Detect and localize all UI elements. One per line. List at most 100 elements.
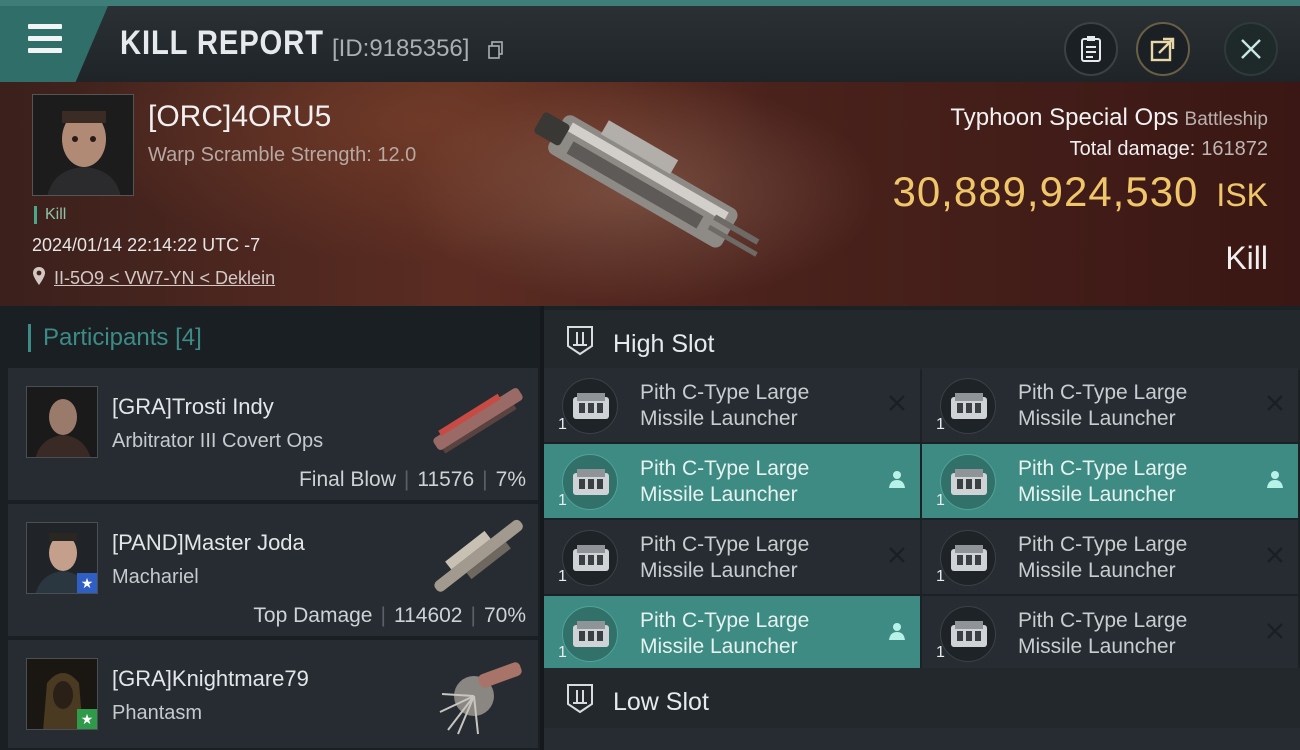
low-slot-icon [567, 684, 593, 714]
close-button[interactable] [1224, 22, 1278, 76]
item-name-line1: Pith C-Type Large [640, 533, 810, 556]
participant-name: [GRA]Trosti Indy [112, 394, 274, 419]
destroyed-x-icon [1267, 623, 1283, 639]
participant-name: [GRA]Knightmare79 [112, 666, 309, 691]
warp-scramble-strength: Warp Scramble Strength: 12.0 [148, 144, 417, 166]
fitting-item[interactable]: 1 Pith C-Type Large Missile Launcher [544, 444, 920, 518]
participant-role: Top Damage [253, 604, 373, 627]
item-name: Pith C-Type Large Missile Launcher [1018, 608, 1187, 660]
fitting-item[interactable]: 1 Pith C-Type Large Missile Launcher [922, 368, 1298, 442]
victim-panel: [ORC]4ORU5 Warp Scramble Strength: 12.0 … [0, 82, 1300, 306]
victim-ship: Typhoon Special Ops Battleship [950, 104, 1268, 132]
participant-ship: Phantasm [112, 702, 203, 724]
item-quantity: 1 [558, 416, 567, 433]
participants-label: Participants [43, 324, 169, 351]
participant-name: [PAND]Master Joda [112, 530, 305, 555]
participant-row[interactable]: ★ [GRA]Knightmare79 Phantasm [8, 640, 538, 750]
destroyed-x-icon [889, 395, 905, 411]
participant-damage: 11576 [417, 468, 475, 491]
victim-ship-name[interactable]: Typhoon Special Ops [950, 104, 1178, 131]
item-name: Pith C-Type Large Missile Launcher [640, 380, 809, 432]
kill-result: Kill [1225, 240, 1268, 276]
clipboard-button[interactable] [1064, 22, 1118, 76]
destroyed-x-icon [1267, 547, 1283, 563]
participant-damage: 114602 [393, 604, 463, 627]
avatar: ★ [26, 658, 98, 730]
dropped-person-icon [889, 623, 905, 640]
victim-portrait[interactable] [32, 94, 134, 196]
item-name-line2: Missile Launcher [640, 559, 798, 582]
item-name: Pith C-Type Large Missile Launcher [640, 532, 809, 584]
item-name-line2: Missile Launcher [1018, 559, 1176, 582]
page-title: KILL REPORT [120, 24, 324, 62]
item-name-line2: Missile Launcher [1018, 483, 1176, 506]
kill-location-link[interactable]: II-5O9 < VW7-YN < Deklein [54, 268, 275, 289]
low-slot-items [544, 728, 1300, 750]
missile-launcher-icon [940, 530, 996, 586]
item-name-line1: Pith C-Type Large [1018, 381, 1188, 404]
participants-panel: Participants [4] [GRA]Trosti Indy Arbitr… [0, 306, 540, 750]
low-slot-header[interactable]: Low Slot [544, 668, 1300, 728]
participant-percent: 70% [483, 604, 526, 627]
item-name-line2: Missile Launcher [1018, 407, 1176, 430]
high-slot-header[interactable]: High Slot [544, 310, 1300, 370]
participant-stats: Top Damage | 114602 | 70% [253, 604, 526, 627]
participant-row[interactable]: [GRA]Trosti Indy Arbitrator III Covert O… [8, 368, 538, 502]
participant-percent: 7% [495, 468, 526, 491]
item-name: Pith C-Type Large Missile Launcher [640, 456, 809, 508]
participant-stats: Final Blow | 11576 | 7% [298, 468, 526, 491]
fitting-item[interactable]: 1 Pith C-Type Large Missile Launcher [922, 596, 1298, 670]
destroyed-x-icon [1267, 395, 1283, 411]
item-name-line2: Missile Launcher [640, 407, 798, 430]
location-pin-icon [33, 267, 45, 285]
item-name: Pith C-Type Large Missile Launcher [1018, 456, 1187, 508]
fitting-item[interactable]: 1 Pith C-Type Large Missile Launcher [922, 444, 1298, 518]
item-name: Pith C-Type Large Missile Launcher [640, 608, 809, 660]
kill-datetime: 2024/01/14 22:14:22 UTC -7 [32, 235, 261, 255]
victim-ship-class: Battleship [1184, 109, 1268, 130]
participant-ship-image [433, 388, 523, 454]
close-icon [1241, 39, 1261, 59]
victim-name[interactable]: [ORC]4ORU5 [148, 100, 331, 134]
avatar [26, 386, 98, 458]
fitting-item[interactable]: 1 Pith C-Type Large Missile Launcher [544, 596, 920, 670]
victim-ship-image [534, 112, 760, 257]
item-name-line2: Missile Launcher [640, 483, 798, 506]
participant-role: Final Blow [298, 468, 396, 491]
fitting-item[interactable]: 1 Pith C-Type Large Missile Launcher [544, 520, 920, 594]
item-quantity: 1 [936, 568, 945, 585]
item-quantity: 1 [936, 644, 945, 661]
low-slot-label: Low Slot [613, 688, 709, 716]
item-name-line1: Pith C-Type Large [640, 457, 810, 480]
missile-launcher-icon [940, 454, 996, 510]
item-quantity: 1 [558, 568, 567, 585]
isk-amount: 30,889,924,530 [892, 168, 1199, 215]
participants-heading: Participants [4] [28, 324, 202, 352]
item-quantity: 1 [936, 416, 945, 433]
destroyed-x-icon [889, 547, 905, 563]
share-button[interactable] [1136, 22, 1190, 76]
item-name-line2: Missile Launcher [640, 635, 798, 658]
participant-row[interactable]: ★ [PAND]Master Joda Machariel Top Damage… [8, 504, 538, 638]
item-name-line1: Pith C-Type Large [1018, 609, 1188, 632]
copy-icon[interactable] [488, 41, 504, 59]
total-damage-label: Total damage: [1069, 138, 1196, 160]
report-id: [ID:9185356] [332, 35, 470, 62]
total-damage: Total damage: 161872 [1070, 138, 1268, 161]
item-quantity: 1 [558, 492, 567, 509]
participant-ship-image [439, 662, 522, 735]
fitting-item[interactable]: 1 Pith C-Type Large Missile Launcher [544, 368, 920, 442]
menu-button[interactable] [0, 6, 108, 82]
participants-count: [4] [175, 324, 202, 351]
missile-launcher-icon [940, 378, 996, 434]
missile-launcher-icon [562, 606, 618, 662]
item-name-line1: Pith C-Type Large [640, 609, 810, 632]
item-name: Pith C-Type Large Missile Launcher [1018, 532, 1187, 584]
isk-value: 30,889,924,530 ISK [892, 168, 1268, 216]
dropped-person-icon [1267, 471, 1283, 488]
missile-launcher-icon [562, 454, 618, 510]
fitting-item[interactable]: 1 Pith C-Type Large Missile Launcher [922, 520, 1298, 594]
item-quantity: 1 [936, 492, 945, 509]
hamburger-icon [28, 24, 62, 60]
missile-launcher-icon [562, 378, 618, 434]
